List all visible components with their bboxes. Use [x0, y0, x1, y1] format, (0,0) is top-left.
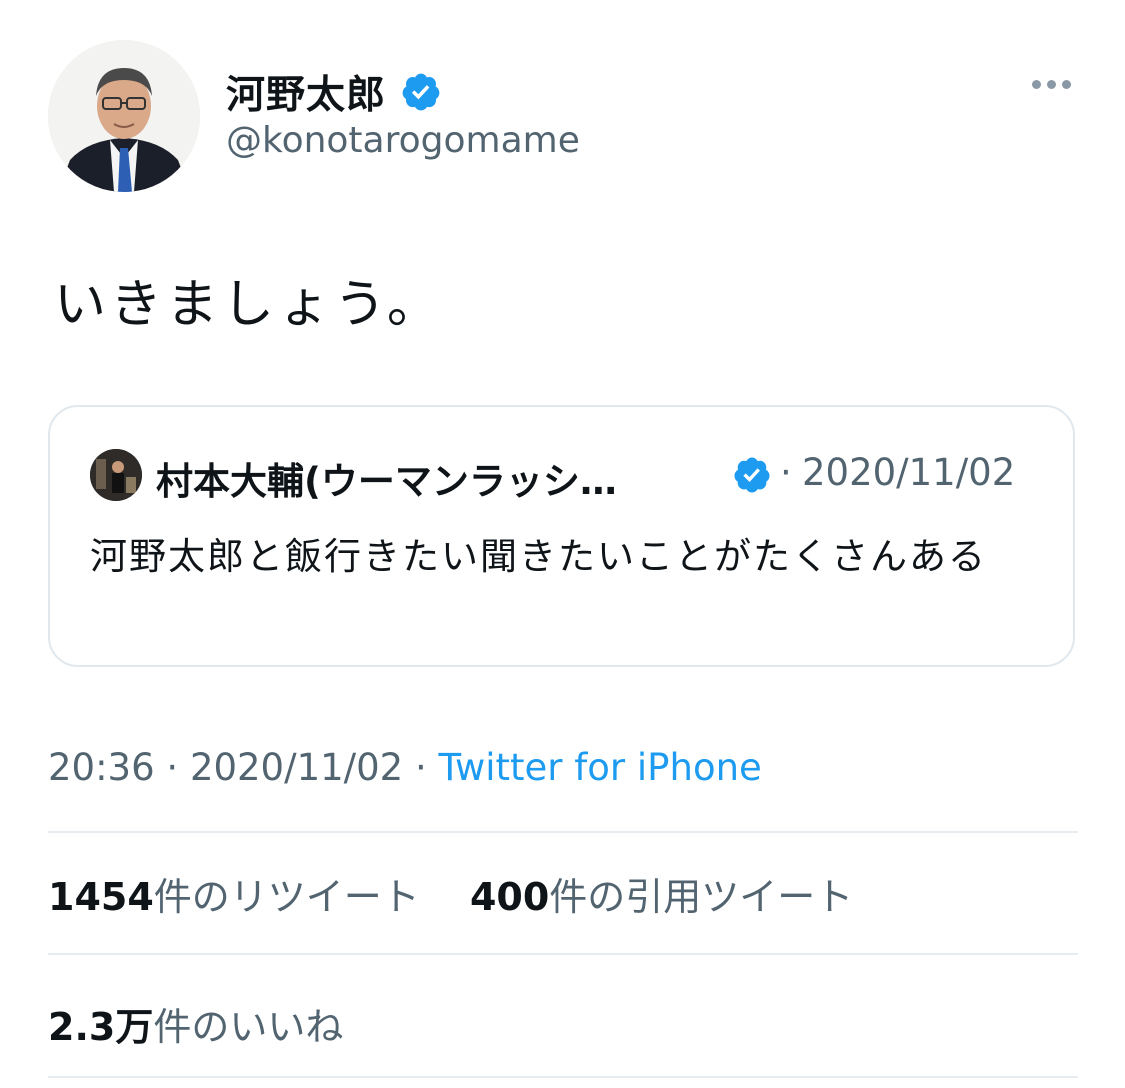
- retweets-count: 1454: [48, 875, 154, 919]
- retweet-stats-row: 1454件のリツイート 400件の引用ツイート: [48, 866, 853, 921]
- divider: [48, 831, 1078, 833]
- divider: [48, 953, 1078, 955]
- tweet-time[interactable]: 20:36: [48, 746, 155, 789]
- likes-stat[interactable]: 2.3万件のいいね: [48, 1005, 343, 1049]
- tweet-meta: 20:36 · 2020/11/02 · Twitter for iPhone: [48, 746, 762, 789]
- more-options-icon[interactable]: [1028, 76, 1075, 93]
- likes-stats-row: 2.3万件のいいね: [48, 996, 343, 1051]
- meta-separator: ·: [154, 746, 190, 789]
- retweets-stat[interactable]: 1454件のリツイート: [48, 875, 420, 919]
- quoted-tweet-card[interactable]: 村本大輔(ウーマンラッシ… · 2020/11/02 河野太郎と飯行きたい聞きた…: [48, 405, 1075, 667]
- tweet-date[interactable]: 2020/11/02: [190, 746, 403, 789]
- tweet-text: いきましょう。: [54, 275, 443, 335]
- quotes-label: 件の引用ツイート: [549, 875, 854, 919]
- likes-label: 件のいいね: [153, 1005, 344, 1049]
- avatar-photo: [48, 40, 200, 192]
- author-avatar[interactable]: [48, 40, 200, 192]
- quoted-author-avatar: [90, 449, 142, 501]
- dot-icon: [1062, 80, 1071, 89]
- quotes-stat[interactable]: 400件の引用ツイート: [470, 875, 853, 919]
- tweet-source-link[interactable]: Twitter for iPhone: [439, 746, 762, 789]
- retweets-label: 件のリツイート: [153, 875, 420, 919]
- dot-icon: [1032, 80, 1041, 89]
- likes-count: 2.3万: [48, 1005, 154, 1049]
- author-name-row: 河野太郎: [226, 62, 442, 122]
- quoted-date: 2020/11/02: [802, 451, 1016, 494]
- quoted-avatar-photo: [90, 449, 142, 501]
- meta-separator: ·: [403, 746, 439, 789]
- quotes-count: 400: [469, 875, 550, 919]
- quoted-author-name: 村本大輔(ウーマンラッシ…: [156, 460, 617, 503]
- dot-icon: [1047, 80, 1056, 89]
- divider: [48, 1076, 1078, 1078]
- verified-badge-icon: [734, 457, 770, 493]
- quoted-tweet-text: 河野太郎と飯行きたい聞きたいことがたくさんある: [90, 535, 987, 578]
- quoted-separator: ·: [780, 451, 792, 494]
- author-name[interactable]: 河野太郎: [226, 64, 386, 120]
- author-handle[interactable]: @konotarogomame: [226, 120, 580, 161]
- verified-badge-icon: [402, 73, 440, 111]
